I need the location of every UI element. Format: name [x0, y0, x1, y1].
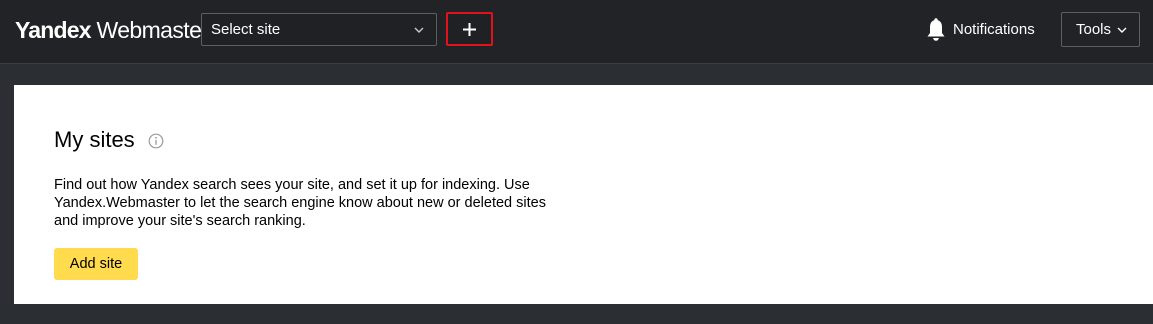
my-sites-card: My sites Find out how Yandex search sees… — [14, 85, 1153, 304]
site-select-value: Select site — [211, 21, 281, 38]
logo-product: Webmaster — [96, 17, 209, 43]
site-select[interactable]: Select site — [201, 13, 437, 46]
add-site-plus-button[interactable] — [446, 12, 493, 46]
notifications-label: Notifications — [953, 21, 1035, 38]
logo-brand: Yandex — [15, 17, 92, 43]
tools-label: Tools — [1076, 21, 1112, 38]
bell-icon — [927, 18, 945, 41]
top-header: Yandex Webmaster Select site Notificatio… — [0, 0, 1153, 64]
add-site-button[interactable]: Add site — [54, 248, 138, 280]
logo[interactable]: Yandex Webmaster — [15, 16, 209, 44]
info-icon[interactable] — [148, 133, 164, 149]
plus-icon — [463, 23, 476, 36]
chevron-down-icon — [414, 27, 424, 33]
chevron-down-icon — [1117, 27, 1127, 33]
description-text: Find out how Yandex search sees your sit… — [54, 177, 546, 229]
page-title: My sites — [54, 127, 135, 152]
tools-menu-button[interactable]: Tools — [1061, 12, 1140, 47]
